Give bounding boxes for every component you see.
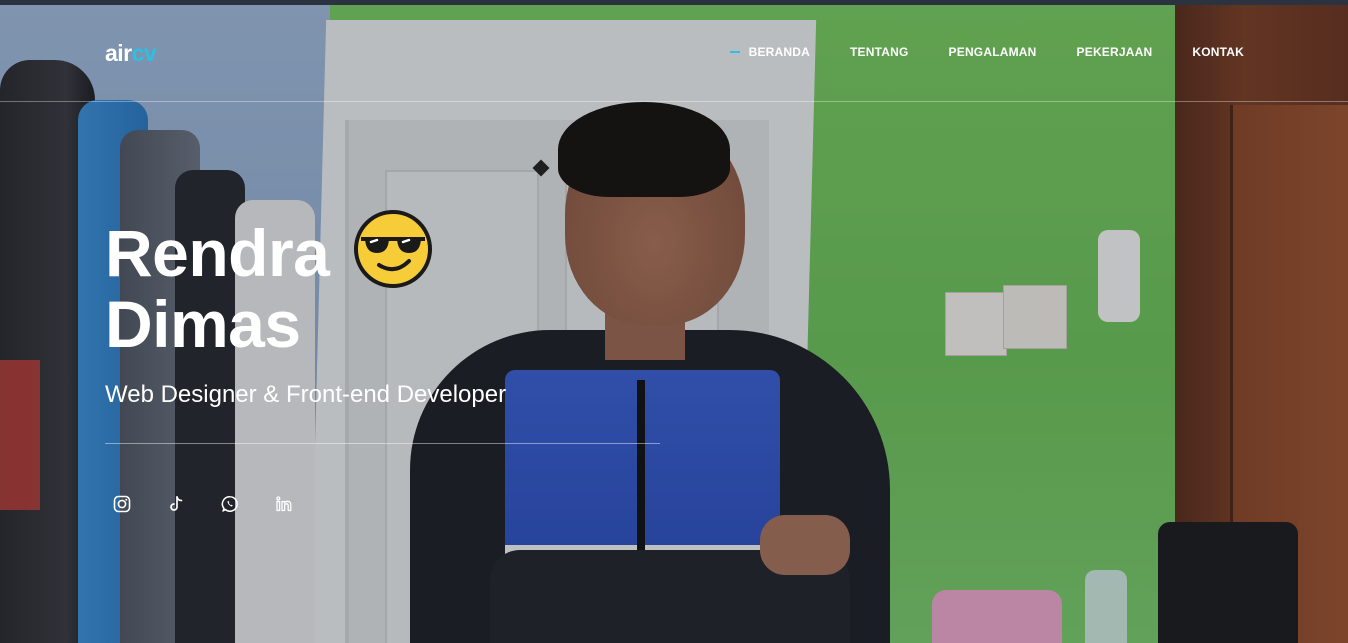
tiktok-icon[interactable] (166, 494, 186, 514)
nav-item-beranda[interactable]: BERANDA (729, 45, 810, 59)
site-header: aircv BERANDA TENTANG PENGALAMAN PEKERJA… (0, 5, 1348, 101)
nav-item-kontak[interactable]: KONTAK (1192, 45, 1244, 59)
logo[interactable]: aircv (105, 40, 157, 67)
linkedin-icon[interactable] (274, 494, 294, 514)
hero-name-line-1: Rendra (105, 209, 665, 290)
nav-item-pekerjaan[interactable]: PEKERJAAN (1077, 45, 1153, 59)
sunglasses-emoji-icon (354, 209, 433, 288)
whatsapp-icon[interactable] (220, 494, 240, 514)
social-links (112, 494, 294, 514)
hero-role: Web Designer & Front-end Developer (105, 380, 507, 408)
logo-suffix: cv (131, 40, 157, 66)
nav-item-tentang[interactable]: TENTANG (850, 45, 909, 59)
logo-prefix: air (105, 40, 132, 66)
header-divider (0, 101, 1348, 102)
nav-item-pengalaman[interactable]: PENGALAMAN (949, 45, 1037, 59)
main-nav: BERANDA TENTANG PENGALAMAN PEKERJAAN KON… (729, 45, 1244, 59)
hero-divider (105, 442, 660, 444)
hero-page: aircv BERANDA TENTANG PENGALAMAN PEKERJA… (0, 0, 1348, 643)
instagram-icon[interactable] (112, 494, 132, 514)
last-name: Dimas (105, 286, 301, 361)
hero-name: Rendra Dimas (105, 209, 665, 361)
first-name: Rendra (105, 216, 330, 290)
hero-intro: Rendra Dimas Web Designer & Front-end De… (105, 209, 665, 444)
